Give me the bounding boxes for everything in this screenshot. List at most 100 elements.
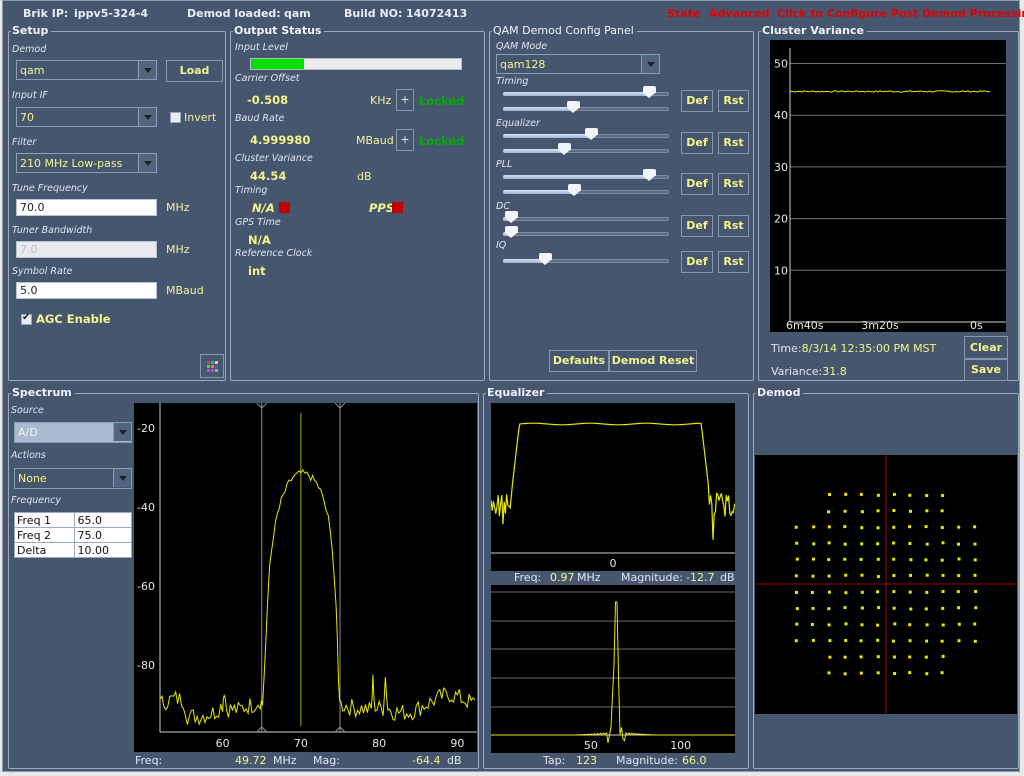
cv-y-tick-label: 40 (774, 109, 788, 122)
def-button-iq[interactable]: Def (681, 251, 713, 273)
build-label: Build NO: (344, 7, 403, 20)
rst-button-equalizer[interactable]: Rst (718, 132, 749, 154)
clear-button[interactable]: Clear (964, 336, 1008, 359)
constellation-point (893, 672, 897, 675)
qam-mode-label: QAM Mode (496, 41, 548, 52)
slider-thumb[interactable] (568, 184, 582, 196)
tuner-bandwidth-label: Tuner Bandwidth (12, 225, 93, 236)
frequency-name: Delta (13, 542, 76, 558)
spectrum-mag-unit: dB (447, 754, 462, 767)
filter-value: 210 MHz Low-pass (20, 157, 123, 170)
slider-pll-2[interactable] (503, 184, 669, 196)
slider-group-label: Equalizer (496, 118, 540, 129)
demod-label: Demod (12, 44, 47, 55)
slider-thumb[interactable] (505, 226, 519, 238)
actions-select[interactable]: None (14, 468, 132, 489)
baud-rate-unit: MBaud (356, 134, 394, 147)
chevron-down-icon[interactable] (113, 423, 131, 441)
tune-frequency-input[interactable]: 70.0 (16, 199, 157, 216)
rst-button-timing[interactable]: Rst (718, 90, 749, 112)
spectrum-x-tick-label: 80 (372, 737, 386, 750)
slider-thumb[interactable] (643, 86, 657, 98)
def-button-equalizer[interactable]: Def (681, 132, 713, 154)
rst-button-iq[interactable]: Rst (718, 251, 749, 273)
input-if-select[interactable]: 70 (16, 107, 157, 127)
constellation-point (973, 573, 977, 577)
slider-iq-1[interactable] (503, 253, 669, 265)
rst-button-pll[interactable]: Rst (718, 173, 749, 195)
def-button-timing[interactable]: Def (681, 90, 713, 112)
slider-thumb[interactable] (558, 143, 572, 155)
constellation-point (844, 573, 848, 577)
spectrum-y-tick-label: -20 (137, 422, 155, 435)
carrier-offset-plus-button[interactable]: + (396, 89, 414, 111)
frequency-value[interactable]: 65.0 (74, 512, 132, 528)
chevron-down-icon[interactable] (138, 154, 156, 172)
cv-time-value: 8/3/14 12:35:00 PM MST (801, 342, 937, 355)
symbol-rate-input[interactable]: 5.0 (16, 282, 157, 299)
setup-title: Setup (11, 24, 52, 37)
def-button-pll[interactable]: Def (681, 173, 713, 195)
chevron-down-icon[interactable] (113, 469, 131, 487)
slider-thumb[interactable] (505, 211, 519, 223)
frequency-value[interactable]: 10.00 (74, 542, 132, 558)
chevron-down-icon[interactable] (138, 61, 156, 79)
tap-mag-value: 66.0 (682, 754, 707, 767)
slider-equalizer-2[interactable] (503, 143, 669, 155)
frequency-label: Frequency (11, 495, 61, 506)
rst-button-dc[interactable]: Rst (718, 215, 749, 237)
constellation-point (876, 638, 880, 642)
constellation-point (844, 591, 848, 595)
cluster-variance-chart: 10 20 30 40 50 6m40s 3m20s 0s (770, 40, 1006, 332)
save-button[interactable]: Save (964, 359, 1008, 381)
constellation-point (876, 542, 880, 546)
constellation-point (844, 492, 848, 496)
slider-group-label: Timing (496, 76, 529, 87)
slider-timing-1[interactable] (503, 86, 669, 98)
source-select[interactable]: A/D (14, 422, 132, 443)
chevron-down-icon[interactable] (641, 55, 659, 73)
constellation-point (795, 541, 799, 545)
constellation-point (794, 639, 798, 643)
slider-fill (503, 149, 565, 153)
eq-freq-label: Freq: (514, 571, 542, 584)
constellation-point (925, 639, 929, 643)
slider-track[interactable] (503, 217, 669, 221)
constellation-point (909, 607, 913, 611)
slider-dc-2[interactable] (503, 226, 669, 238)
slider-thumb[interactable] (584, 128, 598, 140)
defaults-button[interactable]: Defaults (549, 350, 609, 372)
symbol-rate-label: Symbol Rate (12, 266, 73, 277)
demod-select[interactable]: qam (16, 60, 157, 80)
constellation-point (795, 607, 799, 611)
slider-track[interactable] (503, 232, 669, 236)
frequency-row: Freq 1 65.0 (13, 512, 132, 528)
slider-equalizer-1[interactable] (503, 128, 669, 140)
cv-time-readout: Time:8/3/14 12:35:00 PM MST (771, 342, 936, 355)
chevron-down-icon[interactable] (138, 108, 156, 126)
state-label: State (667, 7, 701, 20)
configure-post-demod-link[interactable]: Click to Configure Post Demod Processing (777, 7, 1024, 20)
def-button-dc[interactable]: Def (681, 215, 713, 237)
load-button[interactable]: Load (166, 60, 223, 82)
slider-pll-1[interactable] (503, 169, 669, 181)
slider-dc-1[interactable] (503, 211, 669, 223)
slider-timing-2[interactable] (503, 101, 669, 113)
slider-thumb[interactable] (566, 101, 580, 113)
frequency-value[interactable]: 75.0 (74, 527, 132, 543)
invert-checkbox[interactable] (170, 112, 181, 123)
agc-enable-checkbox[interactable] (21, 312, 32, 325)
filter-select[interactable]: 210 MHz Low-pass (16, 153, 157, 173)
qam-mode-select[interactable]: qam128 (496, 54, 660, 74)
constellation-point (843, 655, 847, 659)
demod-reset-button[interactable]: Demod Reset (609, 350, 697, 372)
actions-value: None (18, 472, 47, 485)
palette-button[interactable] (200, 354, 224, 378)
slider-thumb[interactable] (538, 253, 552, 265)
slider-thumb[interactable] (643, 169, 657, 181)
constellation-point (974, 606, 978, 610)
constellation-point (925, 542, 929, 546)
constellation-point (876, 671, 880, 675)
baud-rate-plus-button[interactable]: + (396, 129, 414, 151)
constellation-point (908, 671, 912, 675)
